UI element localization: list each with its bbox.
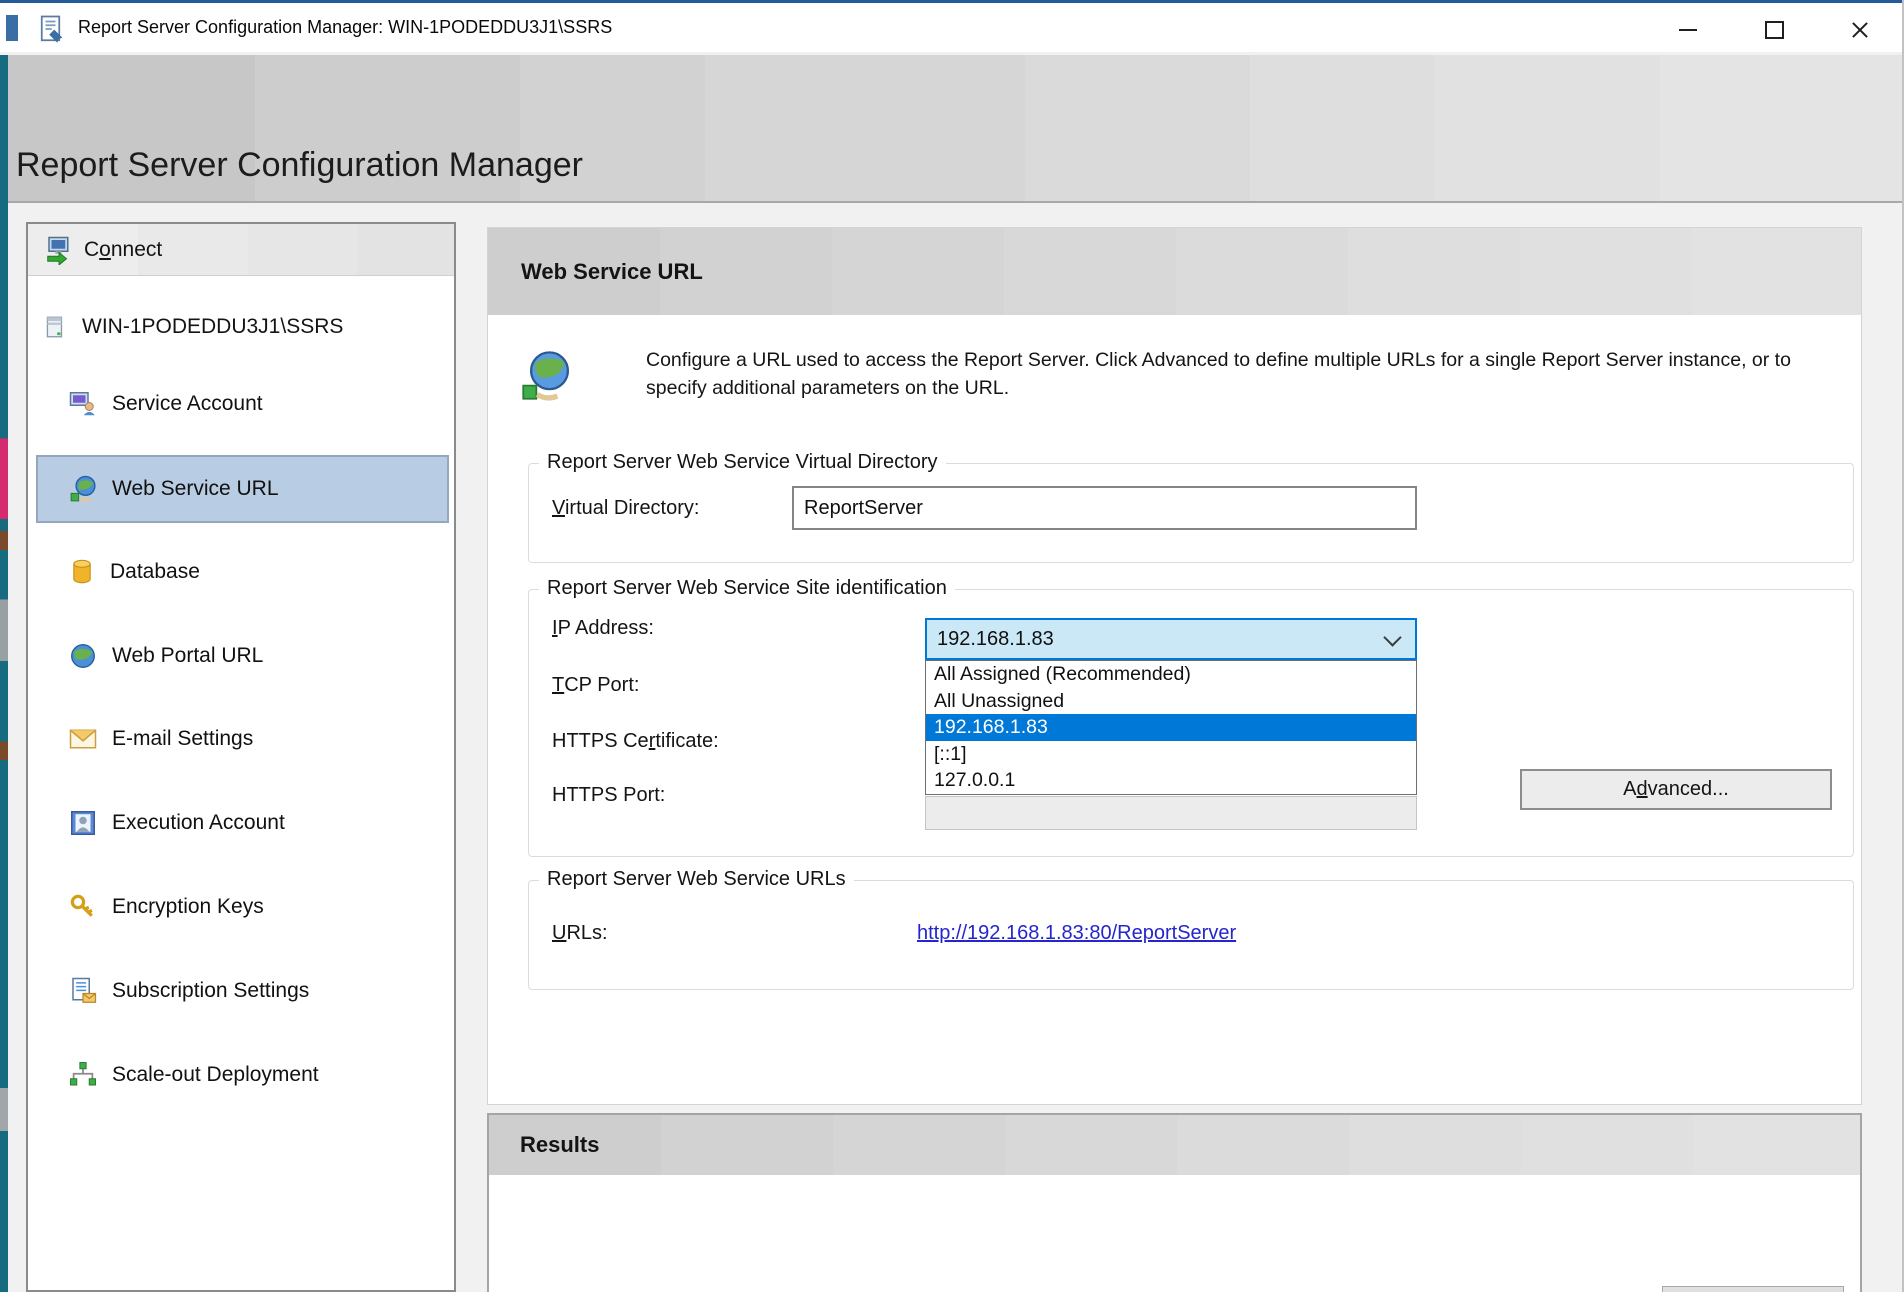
database-icon <box>68 557 96 587</box>
chevron-down-icon <box>1383 628 1401 646</box>
report-server-configuration-manager-window: Report Server Configuration Manager: WIN… <box>0 0 1904 1292</box>
sidebar-item-label: Execution Account <box>112 811 285 835</box>
dropdown-option-ip-selected[interactable]: 192.168.1.83 <box>926 714 1416 741</box>
dropdown-option-all-assigned[interactable]: All Assigned (Recommended) <box>926 661 1416 688</box>
web-portal-url-icon <box>68 641 98 671</box>
connect-label: Connect <box>84 238 162 262</box>
section-banner: Web Service URL <box>488 228 1861 315</box>
scale-out-deployment-icon <box>68 1060 98 1090</box>
server-node-label: WIN-1PODEDDU3J1\SSRS <box>82 315 343 339</box>
minimize-icon <box>1679 29 1697 31</box>
ip-address-dropdown-list: All Assigned (Recommended) All Unassigne… <box>925 660 1417 795</box>
desktop-edge-strip <box>0 55 8 1292</box>
site-identification-group-legend: Report Server Web Service Site identific… <box>539 577 955 600</box>
sidebar-item-email-settings[interactable]: E-mail Settings <box>68 716 253 762</box>
sidebar-item-encryption-keys[interactable]: Encryption Keys <box>68 884 264 930</box>
sidebar-item-label: Encryption Keys <box>112 895 264 919</box>
dropdown-option-ipv6-loopback[interactable]: [::1] <box>926 741 1416 768</box>
sidebar-item-label: Web Service URL <box>112 477 279 501</box>
virtual-directory-input[interactable] <box>792 486 1417 530</box>
app-icon <box>38 14 68 44</box>
sidebar-item-service-account[interactable]: Service Account <box>68 381 263 427</box>
subscription-settings-icon <box>68 976 98 1006</box>
sidebar-item-label: Scale-out Deployment <box>112 1063 319 1087</box>
ip-address-combobox-value: 192.168.1.83 <box>937 620 1054 658</box>
urls-label: URLs: <box>552 922 608 945</box>
sidebar-item-label: E-mail Settings <box>112 727 253 751</box>
sidebar-item-subscription-settings[interactable]: Subscription Settings <box>68 968 309 1014</box>
ip-address-combobox[interactable]: 192.168.1.83 <box>925 618 1417 660</box>
web-service-globe-icon <box>518 348 574 404</box>
server-icon <box>42 312 68 342</box>
page-title: Report Server Configuration Manager <box>16 146 583 185</box>
results-panel: Results <box>487 1113 1862 1292</box>
web-service-url-icon <box>68 474 98 504</box>
maximize-icon <box>1765 21 1784 39</box>
section-description: Configure a URL used to access the Repor… <box>646 346 1806 402</box>
background-window-sliver <box>6 15 18 41</box>
https-certificate-label: HTTPS Certificate: <box>552 730 719 753</box>
site-identification-group: Report Server Web Service Site identific… <box>528 589 1854 857</box>
titlebar: Report Server Configuration Manager: WIN… <box>0 0 1904 52</box>
sidebar-item-label: Database <box>110 560 200 584</box>
results-banner: Results <box>489 1115 1860 1175</box>
email-icon <box>68 724 98 754</box>
https-port-input-disabled <box>925 796 1417 830</box>
sidebar: Connect WIN-1PODEDDU3J1\SSRS Service Acc… <box>26 222 456 1292</box>
sidebar-item-web-service-url[interactable]: Web Service URL <box>68 466 279 512</box>
sidebar-item-web-portal-url[interactable]: Web Portal URL <box>68 633 263 679</box>
advanced-button[interactable]: Advanced... <box>1520 769 1832 810</box>
virtual-directory-group-legend: Report Server Web Service Virtual Direct… <box>539 451 946 474</box>
dropdown-option-all-unassigned[interactable]: All Unassigned <box>926 688 1416 715</box>
tcp-port-label: TCP Port: <box>552 674 639 697</box>
https-port-label: HTTPS Port: <box>552 784 665 807</box>
encryption-keys-icon <box>68 892 98 922</box>
virtual-directory-group: Report Server Web Service Virtual Direct… <box>528 463 1854 563</box>
virtual-directory-label: Virtual Directory: <box>552 497 699 520</box>
sidebar-item-label: Service Account <box>112 392 263 416</box>
main-panel: Web Service URL Configure a URL used to … <box>487 227 1862 1105</box>
ip-address-label: IP Address: <box>552 617 654 640</box>
page-header: Report Server Configuration Manager <box>0 55 1904 203</box>
maximize-button[interactable] <box>1742 6 1806 54</box>
sidebar-item-execution-account[interactable]: Execution Account <box>68 800 285 846</box>
window-title: Report Server Configuration Manager: WIN… <box>78 17 612 38</box>
sidebar-item-scale-out-deployment[interactable]: Scale-out Deployment <box>68 1052 319 1098</box>
execution-account-icon <box>68 808 98 838</box>
close-icon <box>1850 20 1870 40</box>
minimize-button[interactable] <box>1656 6 1720 54</box>
connect-button[interactable]: Connect <box>28 224 454 276</box>
connect-icon <box>44 235 74 265</box>
sidebar-item-database[interactable]: Database <box>68 549 200 595</box>
bottom-button-partial[interactable] <box>1662 1286 1844 1292</box>
web-service-urls-group-legend: Report Server Web Service URLs <box>539 868 854 891</box>
service-account-icon <box>68 389 98 419</box>
close-button[interactable] <box>1828 6 1892 54</box>
server-node[interactable]: WIN-1PODEDDU3J1\SSRS <box>42 304 343 350</box>
report-server-url-link[interactable]: http://192.168.1.83:80/ReportServer <box>917 922 1236 945</box>
sidebar-item-label: Web Portal URL <box>112 644 263 668</box>
dropdown-option-ipv4-loopback[interactable]: 127.0.0.1 <box>926 767 1416 794</box>
web-service-urls-group: Report Server Web Service URLs URLs: htt… <box>528 880 1854 990</box>
sidebar-item-label: Subscription Settings <box>112 979 309 1003</box>
